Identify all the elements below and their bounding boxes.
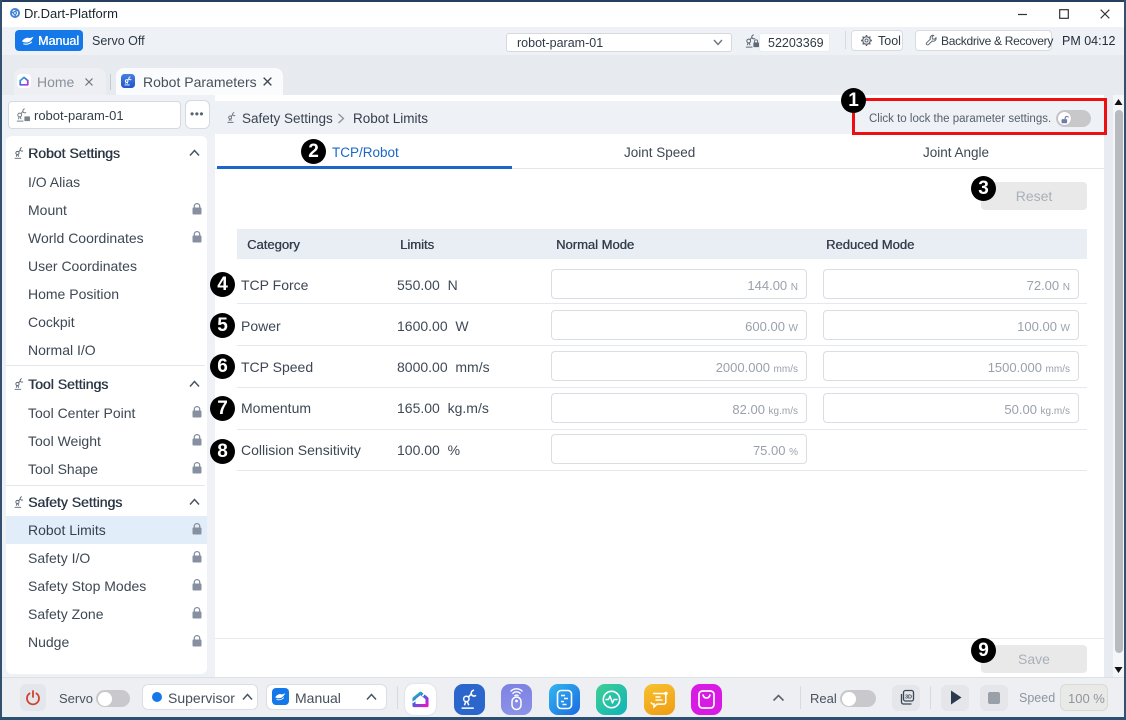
svg-text:3D: 3D — [905, 695, 912, 701]
